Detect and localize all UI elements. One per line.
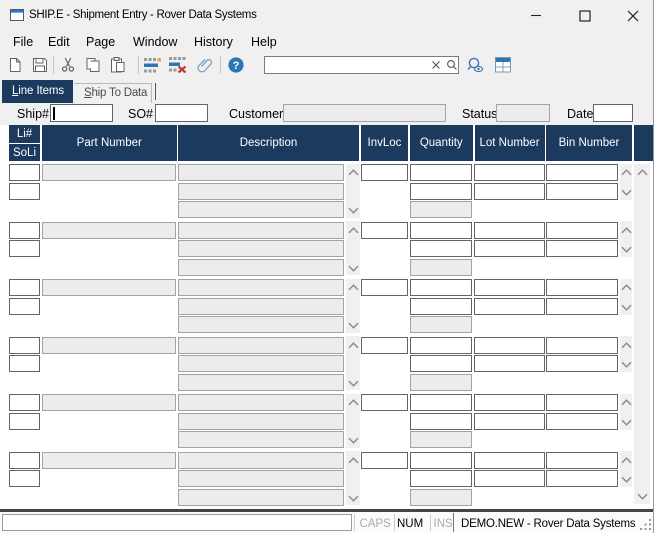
svg-text:?: ? <box>233 60 240 72</box>
